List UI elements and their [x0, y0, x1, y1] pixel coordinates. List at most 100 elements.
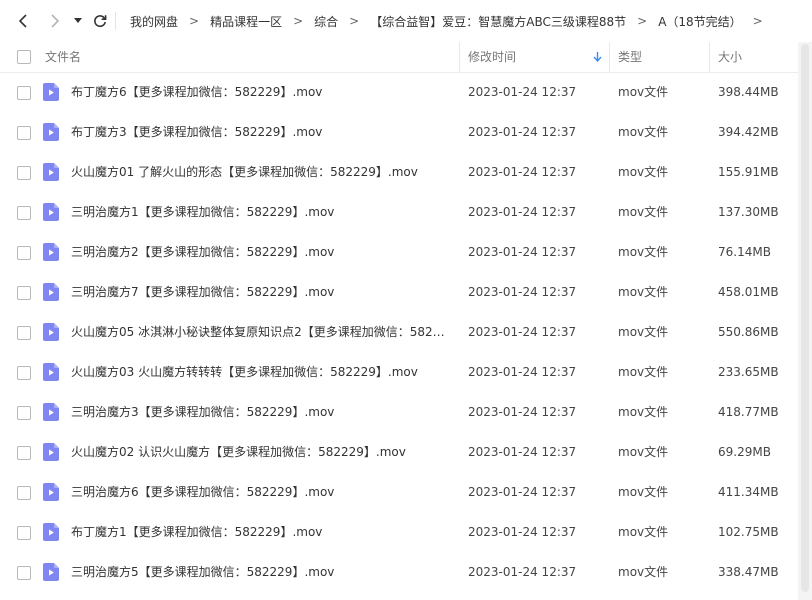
row-checkbox[interactable]: [17, 206, 31, 220]
row-checkbox[interactable]: [17, 86, 31, 100]
row-checkbox[interactable]: [17, 246, 31, 260]
toolbar: 我的网盘 > 精品课程一区 > 综合 > 【综合益智】爱豆：智慧魔方ABC三级课…: [0, 0, 812, 42]
file-size: 69.29MB: [718, 445, 771, 459]
file-modified-time: 2023-01-24 12:37: [468, 245, 577, 259]
file-modified-time: 2023-01-24 12:37: [468, 285, 577, 299]
file-type: mov文件: [618, 85, 669, 99]
breadcrumb-separator: >: [293, 14, 304, 28]
file-size: 233.65MB: [718, 365, 779, 379]
row-checkbox[interactable]: [17, 486, 31, 500]
video-file-icon: [43, 83, 59, 101]
breadcrumb-item-premium-courses[interactable]: 精品课程一区: [210, 13, 282, 30]
file-name: 火山魔方05 冰淇淋小秘诀整体复原知识点2【更多课程加微信：5822...: [71, 325, 451, 339]
column-divider[interactable]: [609, 42, 610, 72]
file-type: mov文件: [618, 365, 669, 379]
row-checkbox[interactable]: [17, 526, 31, 540]
video-file-icon: [43, 563, 59, 581]
column-divider[interactable]: [459, 42, 460, 72]
file-list: 布丁魔方6【更多课程加微信：582229】.mov 2023-01-24 12:…: [0, 72, 798, 592]
file-row[interactable]: 三明治魔方2【更多课程加微信：582229】.mov 2023-01-24 12…: [0, 232, 798, 272]
video-file-icon: [43, 323, 59, 341]
file-name: 火山魔方03 火山魔方转转转【更多课程加微信：582229】.mov: [71, 365, 418, 379]
breadcrumb-item-my-drive[interactable]: 我的网盘: [130, 13, 178, 30]
file-type: mov文件: [618, 485, 669, 499]
file-size: 76.14MB: [718, 245, 771, 259]
row-checkbox[interactable]: [17, 566, 31, 580]
file-size: 418.77MB: [718, 405, 779, 419]
back-button[interactable]: [14, 11, 34, 31]
column-header-name[interactable]: 文件名: [45, 42, 81, 72]
file-type: mov文件: [618, 405, 669, 419]
refresh-icon: [94, 15, 107, 28]
file-type: mov文件: [618, 525, 669, 539]
file-modified-time: 2023-01-24 12:37: [468, 325, 577, 339]
file-row[interactable]: 布丁魔方6【更多课程加微信：582229】.mov 2023-01-24 12:…: [0, 72, 798, 112]
forward-button[interactable]: [44, 11, 64, 31]
file-size: 102.75MB: [718, 525, 779, 539]
breadcrumb-item-general[interactable]: 综合: [314, 13, 338, 30]
breadcrumb-item-course-folder[interactable]: 【综合益智】爱豆：智慧魔方ABC三级课程88节: [370, 13, 626, 30]
file-size: 458.01MB: [718, 285, 779, 299]
file-size: 394.42MB: [718, 125, 779, 139]
breadcrumb-separator: >: [637, 14, 648, 28]
file-size: 137.30MB: [718, 205, 779, 219]
file-row[interactable]: 三明治魔方5【更多课程加微信：582229】.mov 2023-01-24 12…: [0, 552, 798, 592]
refresh-button[interactable]: [90, 11, 110, 31]
file-size: 338.47MB: [718, 565, 779, 579]
file-row[interactable]: 火山魔方03 火山魔方转转转【更多课程加微信：582229】.mov 2023-…: [0, 352, 798, 392]
file-name: 火山魔方02 认识火山魔方【更多课程加微信：582229】.mov: [71, 445, 406, 459]
breadcrumb: 我的网盘 > 精品课程一区 > 综合 > 【综合益智】爱豆：智慧魔方ABC三级课…: [130, 0, 774, 42]
row-checkbox[interactable]: [17, 366, 31, 380]
file-type: mov文件: [618, 165, 669, 179]
history-dropdown-button[interactable]: [71, 11, 85, 31]
file-size: 550.86MB: [718, 325, 779, 339]
file-row[interactable]: 布丁魔方3【更多课程加微信：582229】.mov 2023-01-24 12:…: [0, 112, 798, 152]
file-modified-time: 2023-01-24 12:37: [468, 85, 577, 99]
breadcrumb-item-current-folder[interactable]: A（18节完结）: [658, 13, 741, 30]
video-file-icon: [43, 203, 59, 221]
row-checkbox[interactable]: [17, 406, 31, 420]
file-name: 三明治魔方5【更多课程加微信：582229】.mov: [71, 565, 335, 579]
file-row[interactable]: 三明治魔方3【更多课程加微信：582229】.mov 2023-01-24 12…: [0, 392, 798, 432]
video-file-icon: [43, 523, 59, 541]
file-modified-time: 2023-01-24 12:37: [468, 445, 577, 459]
scrollbar-thumb[interactable]: [801, 44, 809, 592]
file-type: mov文件: [618, 445, 669, 459]
row-checkbox[interactable]: [17, 286, 31, 300]
file-name: 三明治魔方3【更多课程加微信：582229】.mov: [71, 405, 335, 419]
file-size: 155.91MB: [718, 165, 779, 179]
column-header-type[interactable]: 类型: [618, 42, 642, 72]
file-row[interactable]: 三明治魔方6【更多课程加微信：582229】.mov 2023-01-24 12…: [0, 472, 798, 512]
video-file-icon: [43, 163, 59, 181]
row-checkbox[interactable]: [17, 126, 31, 140]
file-name: 三明治魔方2【更多课程加微信：582229】.mov: [71, 245, 335, 259]
file-name: 火山魔方01 了解火山的形态【更多课程加微信：582229】.mov: [71, 165, 418, 179]
row-checkbox[interactable]: [17, 446, 31, 460]
file-size: 411.34MB: [718, 485, 779, 499]
file-row[interactable]: 火山魔方01 了解火山的形态【更多课程加微信：582229】.mov 2023-…: [0, 152, 798, 192]
video-file-icon: [43, 283, 59, 301]
caret-down-icon: [74, 18, 82, 23]
column-header-modified[interactable]: 修改时间: [468, 42, 516, 72]
breadcrumb-separator: >: [752, 14, 763, 28]
file-row[interactable]: 三明治魔方7【更多课程加微信：582229】.mov 2023-01-24 12…: [0, 272, 798, 312]
video-file-icon: [43, 243, 59, 261]
file-row[interactable]: 火山魔方02 认识火山魔方【更多课程加微信：582229】.mov 2023-0…: [0, 432, 798, 472]
video-file-icon: [43, 483, 59, 501]
video-file-icon: [43, 363, 59, 381]
file-size: 398.44MB: [718, 85, 779, 99]
file-type: mov文件: [618, 205, 669, 219]
file-modified-time: 2023-01-24 12:37: [468, 405, 577, 419]
row-checkbox[interactable]: [17, 166, 31, 180]
breadcrumb-separator: >: [189, 14, 200, 28]
file-type: mov文件: [618, 245, 669, 259]
column-header-size[interactable]: 大小: [718, 42, 742, 72]
file-row[interactable]: 布丁魔方1【更多课程加微信：582229】.mov 2023-01-24 12:…: [0, 512, 798, 552]
column-divider[interactable]: [709, 42, 710, 72]
file-row[interactable]: 火山魔方05 冰淇淋小秘诀整体复原知识点2【更多课程加微信：5822... 20…: [0, 312, 798, 352]
select-all-checkbox[interactable]: [17, 50, 31, 64]
file-row[interactable]: 三明治魔方1【更多课程加微信：582229】.mov 2023-01-24 12…: [0, 192, 798, 232]
file-name: 三明治魔方1【更多课程加微信：582229】.mov: [71, 205, 335, 219]
arrow-down-icon[interactable]: [593, 52, 602, 62]
row-checkbox[interactable]: [17, 326, 31, 340]
